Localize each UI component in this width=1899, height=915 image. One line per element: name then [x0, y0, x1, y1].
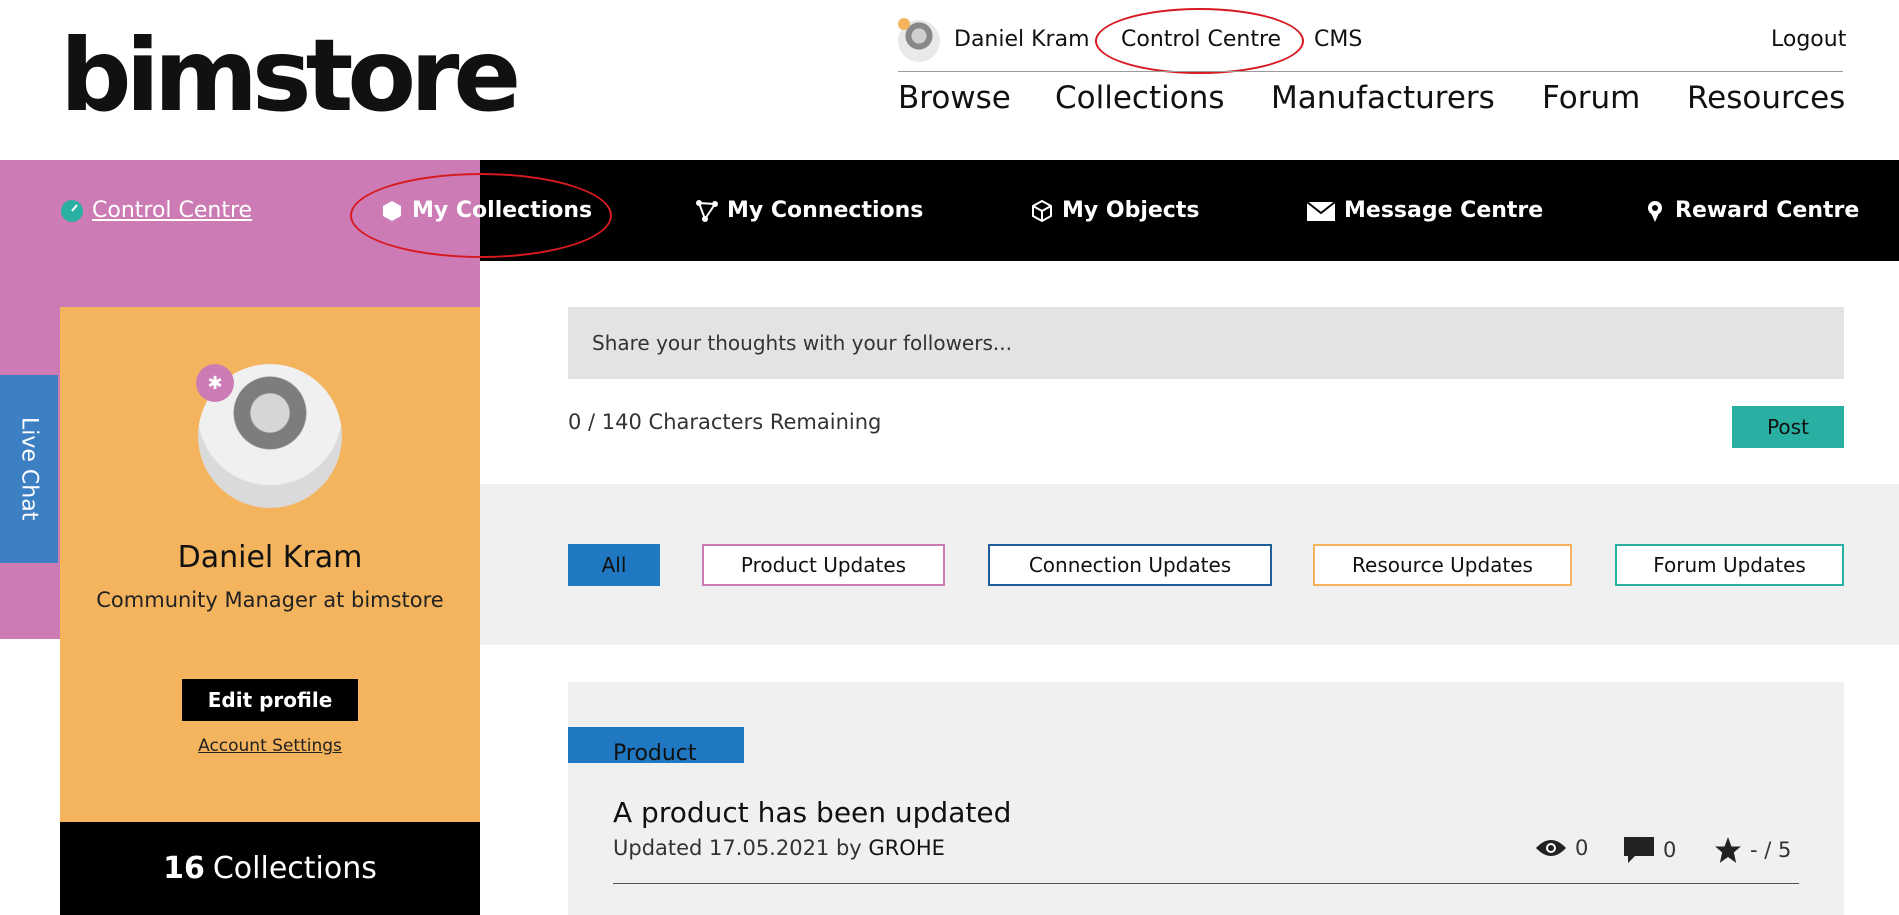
- annotation-circle: [1095, 8, 1304, 74]
- share-thoughts-input[interactable]: [568, 307, 1844, 379]
- filter-forum-updates[interactable]: Forum Updates: [1615, 544, 1844, 586]
- filter-resource-updates[interactable]: Resource Updates: [1313, 544, 1572, 586]
- subnav-reward-centre[interactable]: Reward Centre: [1643, 198, 1859, 223]
- nav-browse[interactable]: Browse: [898, 80, 1011, 116]
- filter-product-updates[interactable]: Product Updates: [702, 544, 945, 586]
- collections-label: Collections: [212, 851, 377, 886]
- nav-collections[interactable]: Collections: [1055, 80, 1225, 116]
- bimstore-logo[interactable]: bimstore: [60, 26, 521, 126]
- subnav-my-objects-label: My Objects: [1062, 198, 1200, 223]
- live-chat-tab[interactable]: Live Chat: [0, 375, 58, 563]
- nav-forum[interactable]: Forum: [1542, 80, 1640, 116]
- filter-connection-updates[interactable]: Connection Updates: [988, 544, 1272, 586]
- subnav-control-centre[interactable]: Control Centre: [60, 198, 252, 223]
- collections-count: 16: [163, 851, 205, 886]
- edit-profile-button[interactable]: Edit profile: [182, 679, 358, 721]
- collections-count-card[interactable]: 16 Collections: [60, 822, 480, 915]
- comment-icon: [1624, 837, 1654, 863]
- post-button[interactable]: Post: [1732, 406, 1844, 448]
- filter-all[interactable]: All: [568, 544, 660, 586]
- feed-title[interactable]: A product has been updated: [613, 796, 1011, 829]
- feed-updated: Updated 17.05.2021 by: [613, 836, 862, 860]
- avatar-badge: [898, 18, 910, 30]
- feed-meta: Updated 17.05.2021 by GROHE: [613, 836, 945, 860]
- nav-manufacturers[interactable]: Manufacturers: [1271, 80, 1495, 116]
- character-count: 0 / 140 Characters Remaining: [568, 410, 882, 434]
- comments-count: 0: [1663, 838, 1677, 862]
- subnav-reward-centre-label: Reward Centre: [1675, 198, 1860, 223]
- rating-value: - / 5: [1750, 838, 1792, 862]
- account-settings-link[interactable]: Account Settings: [60, 736, 480, 756]
- envelope-icon: [1306, 200, 1336, 221]
- subnav-my-objects[interactable]: My Objects: [1030, 198, 1199, 223]
- subnav-my-connections[interactable]: My Connections: [695, 198, 923, 223]
- feed-tag: Product: [568, 727, 744, 763]
- feed-author[interactable]: GROHE: [868, 836, 944, 860]
- subnav-message-centre-label: Message Centre: [1344, 198, 1544, 223]
- cms-link[interactable]: CMS: [1314, 27, 1362, 52]
- pineapple-badge-icon: ✱: [196, 364, 234, 402]
- profile-name: Daniel Kram: [177, 540, 363, 575]
- connections-icon: [696, 199, 718, 222]
- feed-comments[interactable]: 0: [1623, 836, 1676, 864]
- box-icon: [1032, 199, 1052, 222]
- user-name-link[interactable]: Daniel Kram: [954, 27, 1090, 52]
- profile-title: Community Manager at bimstore: [96, 588, 444, 612]
- live-chat-label: Live Chat: [16, 417, 42, 521]
- subnav-control-centre-label: Control Centre: [92, 198, 253, 223]
- annotation-circle: [350, 173, 612, 258]
- feed-rating[interactable]: - / 5: [1714, 836, 1791, 864]
- header-divider: [898, 71, 1843, 72]
- feed-views: 0: [1535, 836, 1588, 860]
- award-icon: [1648, 200, 1662, 222]
- eye-icon: [1536, 840, 1566, 856]
- nav-resources[interactable]: Resources: [1687, 80, 1845, 116]
- subnav-my-connections-label: My Connections: [727, 198, 924, 223]
- subnav-message-centre[interactable]: Message Centre: [1306, 198, 1543, 223]
- star-icon: [1715, 837, 1741, 863]
- feed-divider: [613, 883, 1799, 884]
- gauge-icon: [61, 199, 83, 222]
- views-count: 0: [1575, 836, 1589, 860]
- logout-link[interactable]: Logout: [1771, 27, 1846, 52]
